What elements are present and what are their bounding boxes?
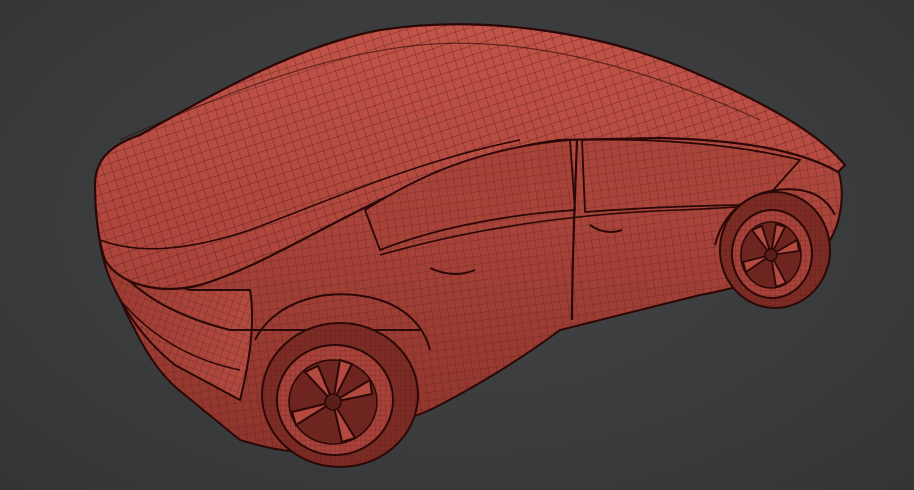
front-wheel bbox=[719, 191, 831, 309]
car-model bbox=[93, 23, 847, 468]
rear-wheel bbox=[261, 322, 419, 468]
3d-viewport[interactable] bbox=[0, 0, 914, 490]
